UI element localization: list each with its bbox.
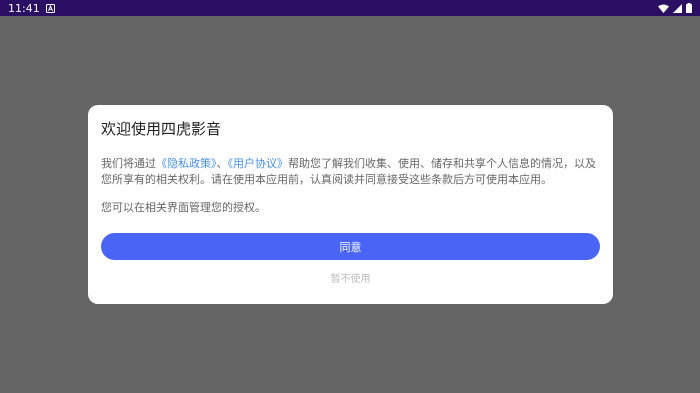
dialog-title: 欢迎使用四虎影音: [101, 120, 222, 138]
manage-authorization-text: 您可以在相关界面管理您的授权。: [101, 201, 266, 214]
user-agreement-link[interactable]: 《用户协议》: [228, 157, 289, 170]
cell-signal-icon: [673, 3, 682, 13]
a-badge-icon: [45, 3, 55, 13]
status-bar: 11:41: [0, 0, 700, 16]
dialog-body: 我们将通过《隐私政策》、《用户协议》帮助您了解我们收集、使用、储存和共享个人信息…: [101, 156, 600, 216]
wifi-icon: [658, 4, 669, 13]
consent-text-intro: 我们将通过: [101, 157, 156, 170]
consent-dialog: 欢迎使用四虎影音 我们将通过《隐私政策》、《用户协议》帮助您了解我们收集、使用、…: [88, 105, 613, 304]
status-right: [658, 3, 692, 13]
battery-icon: [686, 3, 692, 13]
screen: 11:41 欢迎使用四虎影音 我们将通过《隐私政策》、《用户协议》帮助您了解我们…: [0, 0, 700, 393]
status-time: 11:41: [8, 1, 40, 15]
agree-button[interactable]: 同意: [101, 233, 600, 260]
status-left: 11:41: [8, 2, 55, 15]
privacy-policy-link[interactable]: 《隐私政策》: [156, 157, 217, 170]
decline-button[interactable]: 暂不使用: [88, 270, 613, 285]
link-separator: 、: [216, 157, 228, 170]
consent-text: 我们将通过《隐私政策》、《用户协议》帮助您了解我们收集、使用、储存和共享个人信息…: [101, 156, 600, 188]
